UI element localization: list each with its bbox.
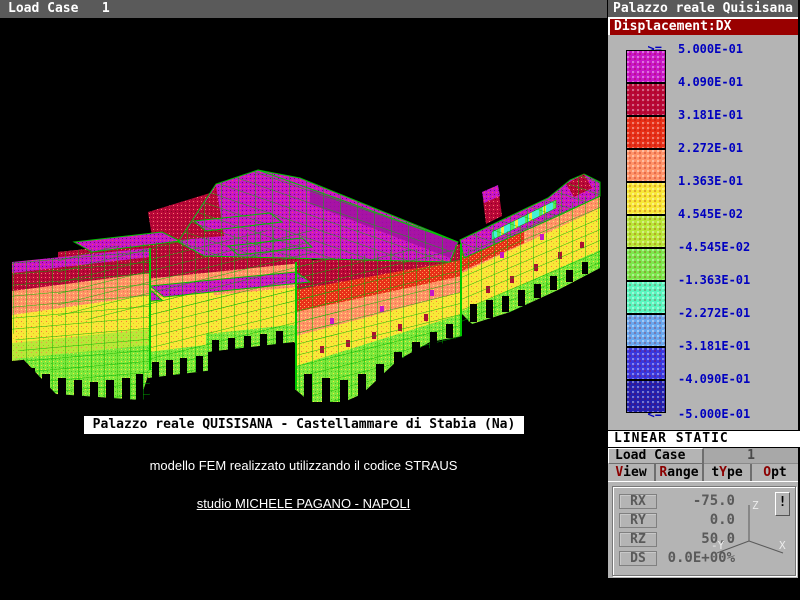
load-case-value[interactable]: 1 [704, 448, 798, 464]
legend-label: 5.000E-01 [678, 43, 796, 56]
result-type-bar: Displacement:DX [608, 17, 798, 35]
legend-swatch [626, 83, 666, 116]
legend-label: -5.000E-01 [678, 408, 796, 421]
legend-swatch [626, 347, 666, 380]
legend-swatch [626, 116, 666, 149]
legend-swatch [626, 248, 666, 281]
application-window: Load Case 1 [0, 0, 800, 600]
spin-refresh-button[interactable]: ! [775, 492, 790, 516]
fem-model [0, 18, 607, 600]
ry-button[interactable]: RY [619, 513, 657, 528]
analysis-type-bar: LINEAR STATIC [608, 430, 800, 448]
legend-swatch [626, 380, 666, 413]
view-status-box: RX -75.0 RY 0.0 RZ 50.0 DS 0.0E+00% Z X [612, 486, 796, 576]
model-subcaption: modello FEM realizzato utilizzando il co… [0, 458, 607, 473]
legend-label: 4.090E-01 [678, 76, 796, 89]
load-case-row: Load Case 1 [608, 448, 798, 464]
legend-label: -4.090E-01 [678, 373, 796, 386]
legend-swatch [626, 149, 666, 182]
rz-button[interactable]: RZ [619, 532, 657, 547]
legend-swatch [626, 182, 666, 215]
rx-button[interactable]: RX [619, 494, 657, 509]
legend-swatch [626, 50, 666, 83]
legend-swatch [626, 215, 666, 248]
legend-label: -3.181E-01 [678, 340, 796, 353]
legend-label: 3.181E-01 [678, 109, 796, 122]
model-credit: studio MICHELE PAGANO - NAPOLI [0, 496, 607, 511]
panel-title: Palazzo reale Quisisana [608, 0, 798, 17]
view-button[interactable]: View [608, 464, 654, 481]
options-button[interactable]: Opt [750, 464, 798, 481]
contour-legend: >= 5.000E-01 4.090E-01 3.181E-01 2.272E-… [608, 35, 798, 430]
fem-viewport[interactable]: Palazzo reale QUISISANA - Castellammare … [0, 18, 607, 600]
model-caption: Palazzo reale QUISISANA - Castellammare … [84, 416, 524, 434]
top-status-bar: Load Case 1 [0, 0, 607, 18]
ds-button[interactable]: DS [619, 551, 657, 566]
legend-label: -2.272E-01 [678, 307, 796, 320]
legend-swatch [626, 314, 666, 347]
axis-y-label: -Y [711, 539, 725, 552]
legend-label: 2.272E-01 [678, 142, 796, 155]
type-button[interactable]: tYpe [702, 464, 750, 481]
range-button[interactable]: Range [654, 464, 702, 481]
legend-label: -4.545E-02 [678, 241, 796, 254]
legend-swatch [626, 281, 666, 314]
legend-label: -1.363E-01 [678, 274, 796, 287]
legend-label: 4.545E-02 [678, 208, 796, 221]
load-case-button[interactable]: Load Case [608, 448, 704, 464]
side-panel: Palazzo reale Quisisana Displacement:DX … [607, 0, 800, 578]
menu-row: View Range tYpe Opt [608, 464, 798, 482]
fem-mesh-grid [12, 170, 600, 402]
legend-label: 1.363E-01 [678, 175, 796, 188]
axis-x-label: X [779, 539, 786, 552]
axis-z-label: Z [752, 499, 759, 512]
